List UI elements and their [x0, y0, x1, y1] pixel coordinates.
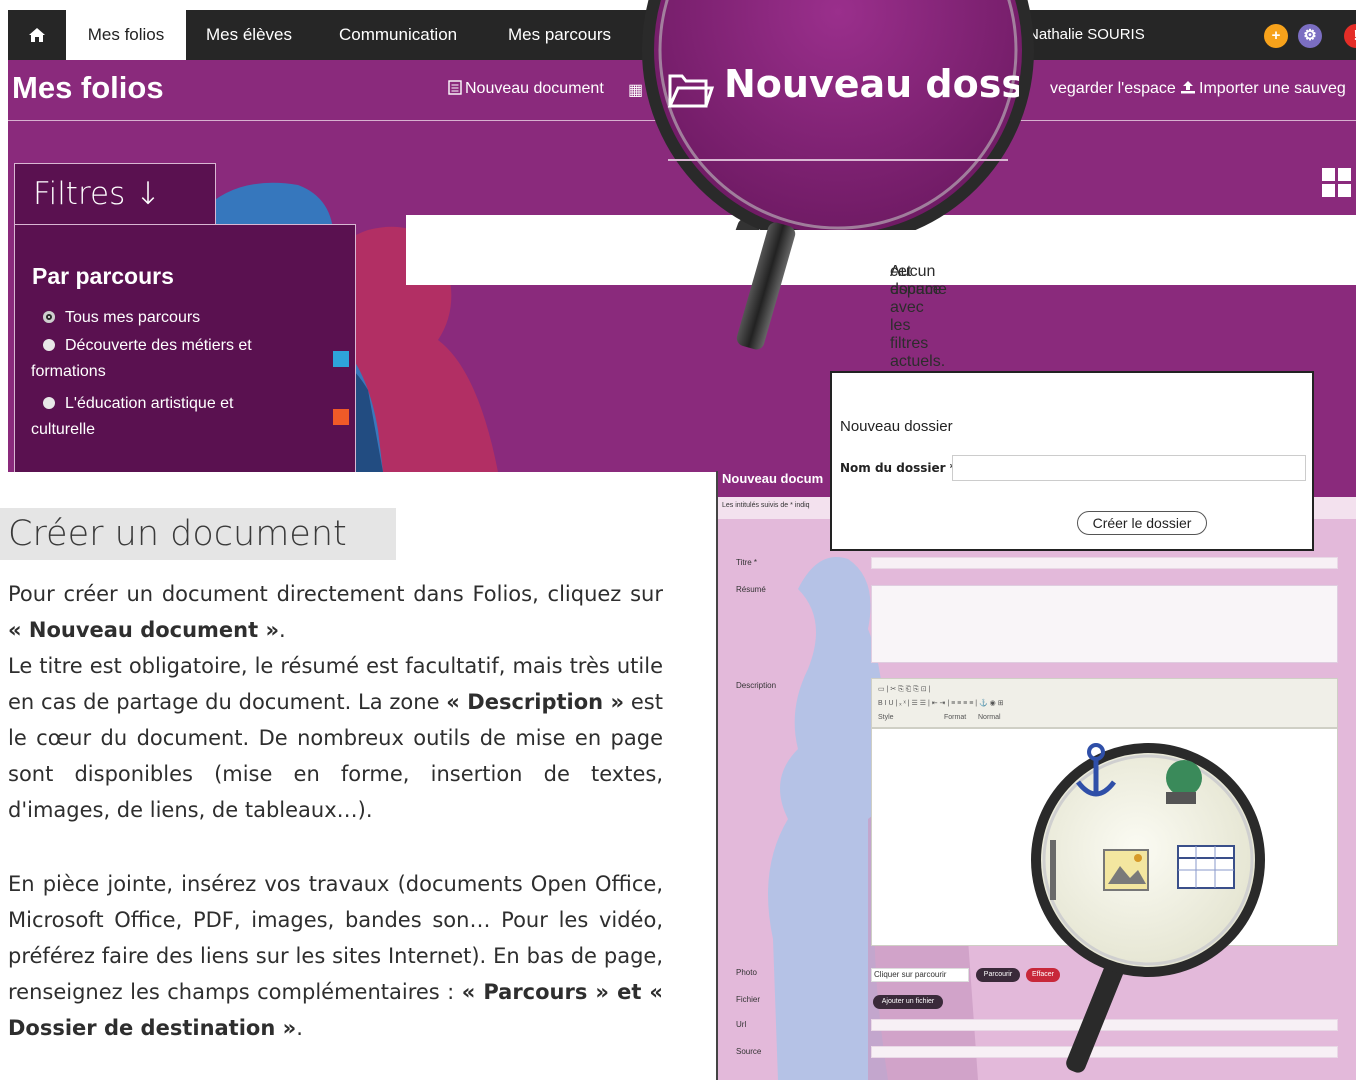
title-input[interactable]	[871, 557, 1338, 569]
filter-option-metiers[interactable]: Découverte des métiers et formations	[31, 333, 301, 385]
page-title: Mes folios	[12, 70, 164, 105]
radio-icon[interactable]	[43, 339, 55, 351]
save-space-action[interactable]: vegarder l'espace	[1050, 80, 1176, 98]
url-label: Url	[736, 1020, 747, 1029]
new-document-label: Nouveau document	[465, 80, 604, 97]
filter-option-label: Découverte des métiers et formations	[31, 337, 252, 380]
filter-option-all[interactable]: Tous mes parcours	[43, 305, 200, 331]
section-heading-text: Créer un document	[8, 514, 347, 554]
photo-field[interactable]: Cliquer sur parcourir	[871, 968, 969, 982]
add-file-button[interactable]: Ajouter un fichier	[873, 995, 943, 1009]
import-backup-label: Importer une sauveg	[1199, 80, 1346, 97]
create-folder-button[interactable]: Créer le dossier	[1077, 511, 1207, 535]
parcours-color-swatch	[333, 351, 349, 367]
file-label: Fichier	[736, 995, 761, 1004]
title-label: Titre *	[736, 558, 758, 567]
grid-view-icon[interactable]	[1322, 168, 1352, 198]
filters-toggle[interactable]: Filtres ↓	[14, 163, 216, 225]
photo-label: Photo	[736, 968, 757, 977]
tab-mes-eleves[interactable]: Mes élèves	[206, 10, 292, 60]
dialog-title: Nouveau dossier	[840, 418, 953, 435]
form-header-title: Nouveau docum	[722, 471, 824, 486]
filters-heading: Par parcours	[32, 263, 174, 289]
paragraph-1: Pour créer un document directement dans …	[8, 582, 663, 642]
filters-panel: Par parcours Tous mes parcours Découvert…	[14, 224, 356, 472]
format-select[interactable]: Normal	[978, 714, 1001, 721]
folder-name-label: Nom du dossier *	[840, 461, 957, 475]
page: Mes folios Mes élèves Communication Mes …	[0, 0, 1356, 1080]
settings-button[interactable]: ⚙	[1298, 24, 1322, 48]
parcours-color-swatch	[333, 409, 349, 425]
alert-button[interactable]: !	[1344, 24, 1356, 48]
browse-button[interactable]: Parcourir	[976, 968, 1020, 982]
document-icon	[448, 80, 462, 95]
radio-selected-icon[interactable]	[43, 311, 55, 323]
table-icon	[1177, 845, 1235, 889]
upload-icon	[1181, 81, 1195, 94]
paragraph-2: Le titre est obligatoire, le résumé est …	[8, 654, 663, 822]
style-select[interactable]: Style	[878, 714, 894, 721]
section-heading: Créer un document	[0, 508, 396, 560]
image-icon	[1103, 849, 1149, 891]
required-note: Les intitulés suivis de * indiq	[722, 502, 810, 509]
import-backup-action[interactable]: Importer une sauveg	[1180, 80, 1346, 98]
filters-label: Filtres ↓	[33, 176, 162, 212]
filter-option-label: Tous mes parcours	[65, 309, 201, 326]
folder-name-input[interactable]	[952, 455, 1306, 481]
add-button[interactable]: +	[1264, 24, 1288, 48]
new-document-action[interactable]: Nouveau document	[448, 80, 604, 98]
filter-option-label: L'éducation artistique et culturelle	[31, 395, 234, 438]
magnifier-icon	[642, 0, 1034, 230]
tab-mes-parcours[interactable]: Mes parcours	[508, 10, 611, 60]
tab-communication[interactable]: Communication	[339, 10, 457, 60]
radio-icon[interactable]	[43, 397, 55, 409]
tab-mes-folios[interactable]: Mes folios	[66, 10, 186, 60]
toolbar-row-1[interactable]: ▭ | ✂ ⎘ ⎗ ⎘ ⊡ |	[878, 685, 930, 694]
home-icon	[29, 28, 45, 42]
source-label: Source	[736, 1047, 762, 1056]
paragraph-3: En pièce jointe, insérez vos travaux (do…	[8, 872, 663, 1040]
magnifier-icon	[1031, 743, 1265, 1073]
summary-label: Résumé	[736, 585, 766, 594]
filter-option-education[interactable]: L'éducation artistique et culturelle	[31, 391, 301, 443]
magnified-new-folder-label[interactable]: Nouveau dossier	[724, 62, 1019, 106]
home-button[interactable]	[8, 10, 66, 60]
summary-textarea[interactable]	[871, 585, 1338, 663]
new-folder-dialog: Nouveau dossier Nom du dossier * Créer l…	[830, 371, 1314, 551]
format-select-label: Format	[944, 714, 967, 721]
toolbar-row-2[interactable]: B I U | ₓ ˣ | ☰ ☰ | ⇤ ⇥ | ≡ ≡ ≡ ≡ | ⚓ ◉ …	[878, 699, 1004, 707]
description-label: Description	[736, 681, 777, 690]
